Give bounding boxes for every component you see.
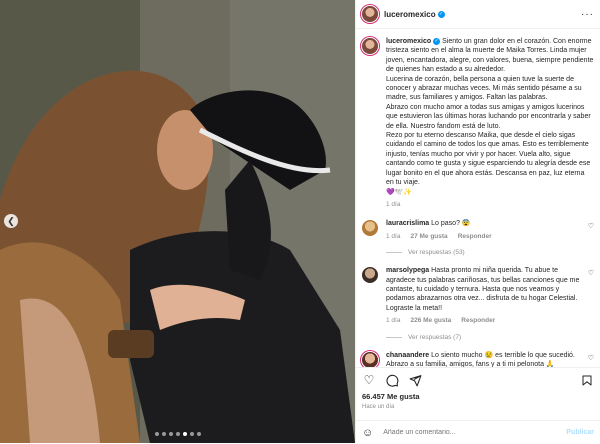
carousel-dot: [190, 432, 194, 436]
replies-divider: [386, 336, 402, 338]
caption-text: Lucerina de corazón, bella persona a qui…: [386, 75, 582, 102]
comment-username[interactable]: lauracrislima: [386, 220, 429, 227]
share-icon[interactable]: [408, 373, 422, 387]
comment-like-heart-icon[interactable]: ♡: [588, 269, 594, 277]
post-username[interactable]: luceromexico: [384, 10, 436, 19]
post-caption: luceromexico ✓ Siento un gran dolor en el…: [362, 37, 594, 209]
comment-age: 1 día: [386, 317, 401, 325]
carousel-dot: [197, 432, 201, 436]
previous-image-button[interactable]: ❮: [4, 214, 18, 228]
view-replies-label: Ver respuestas (7): [408, 333, 462, 341]
caption-body: luceromexico ✓ Siento un gran dolor en el…: [386, 37, 594, 209]
comment-input[interactable]: [381, 428, 546, 437]
avatar[interactable]: [362, 38, 378, 54]
avatar[interactable]: [362, 6, 378, 22]
bookmark-icon[interactable]: [580, 373, 594, 387]
likes-count[interactable]: 66.457 Me gusta: [362, 392, 594, 401]
comment-item: chanaandere Lo siento mucho 😢 es terribl…: [362, 351, 594, 367]
post-header: luceromexico ✓ ···: [356, 0, 600, 29]
replies-divider: [386, 252, 402, 254]
comment-body: marsolypega Hasta pronto mi niña querida…: [386, 266, 586, 325]
comment-username[interactable]: marsolypega: [386, 267, 429, 274]
verified-badge-icon: ✓: [437, 10, 445, 18]
post-photo[interactable]: ❮: [0, 0, 355, 443]
comment-icon[interactable]: [385, 373, 399, 387]
view-replies-button[interactable]: Ver respuestas (53): [386, 249, 594, 256]
comment-emoji: 😨: [461, 220, 471, 228]
comment-text: Lo paso?: [431, 220, 460, 228]
instagram-post-view: ❮ luceromexico ✓ ··· luceromexico ✓ Sient: [0, 0, 600, 443]
post-side-panel: luceromexico ✓ ··· luceromexico ✓ Siento …: [355, 0, 600, 443]
post-time: Hace un día: [362, 404, 395, 410]
view-replies-label: Ver respuestas (53): [408, 249, 465, 257]
carousel-indicator: [155, 432, 201, 436]
action-icons-row: ♡: [362, 368, 594, 392]
photo-illustration: [0, 0, 355, 443]
carousel-dot: [162, 432, 166, 436]
comment-item: marsolypega Hasta pronto mi niña querida…: [362, 266, 594, 325]
comment-meta: 1 día 226 Me gusta Responder: [386, 316, 586, 325]
verified-badge-icon: ✓: [433, 37, 441, 45]
comment-body: lauracrislima Lo paso? 😨 1 día 27 Me gus…: [386, 219, 586, 241]
reply-button[interactable]: Responder: [461, 316, 495, 325]
caption-text: Abrazo con mucho amor a todas sus amigas…: [386, 103, 591, 130]
comment-username[interactable]: chanaandere: [386, 352, 429, 359]
avatar[interactable]: [362, 267, 378, 284]
post-actions: ♡ 66.457 Me gusta Hace un día: [356, 367, 600, 410]
comment-like-heart-icon[interactable]: ♡: [588, 354, 594, 362]
comments-scroll-area[interactable]: luceromexico ✓ Siento un gran dolor en el…: [356, 29, 600, 367]
more-icon[interactable]: ···: [581, 9, 594, 20]
publish-button[interactable]: Publicar: [566, 429, 594, 436]
reply-button[interactable]: Responder: [458, 232, 492, 241]
caption-emoji: 💜🕊️✨: [386, 188, 413, 196]
carousel-dot-active: [183, 432, 187, 436]
avatar[interactable]: [362, 220, 378, 237]
chevron-left-icon: ❮: [7, 215, 15, 226]
heart-icon[interactable]: ♡: [362, 373, 376, 387]
comment-likes[interactable]: 27 Me gusta: [410, 232, 447, 241]
carousel-dot: [169, 432, 173, 436]
caption-age: 1 día: [386, 200, 401, 208]
comment-likes[interactable]: 226 Me gusta: [410, 316, 451, 325]
comment-like-heart-icon[interactable]: ♡: [588, 222, 594, 230]
carousel-dot: [155, 432, 159, 436]
comment-item: lauracrislima Lo paso? 😨 1 día 27 Me gus…: [362, 219, 594, 241]
comment-age: 1 día: [386, 232, 401, 240]
add-comment-bar: ☺ Publicar: [356, 420, 600, 444]
carousel-dot: [176, 432, 180, 436]
avatar[interactable]: [362, 351, 378, 367]
comment-meta: 1 día 27 Me gusta Responder: [386, 232, 586, 241]
comment-body: chanaandere Lo siento mucho 😢 es terribl…: [386, 351, 586, 367]
smiley-icon[interactable]: ☺: [362, 427, 373, 439]
view-replies-button[interactable]: Ver respuestas (7): [386, 334, 594, 341]
caption-text: Rezo por tu eterno descanso Maika, que d…: [386, 132, 591, 187]
caption-username[interactable]: luceromexico: [386, 38, 431, 45]
